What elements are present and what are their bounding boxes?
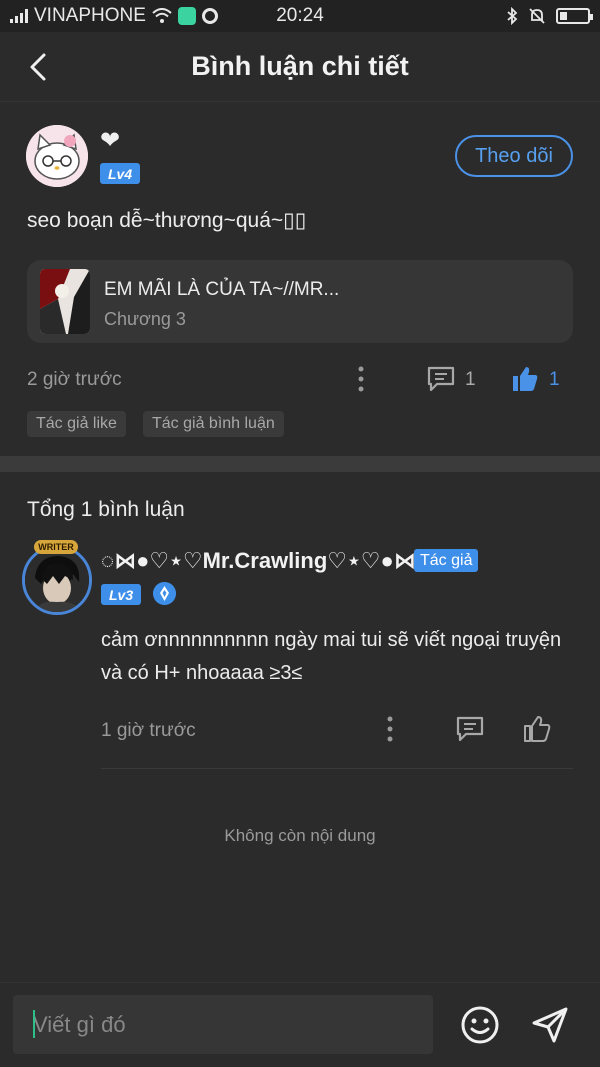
commenter-avatar-image [25,548,89,612]
comments-section: Tổng 1 bình luận WRITER ◌⋈●♡⋆♡Mr.Crawlin… [0,472,600,982]
diamond-vip-icon [153,582,176,605]
main-post: ❤ Lv4 Theo dõi seo boạn dễ~thương~quá~▯▯… [0,102,600,456]
comment-count: 1 [465,369,476,390]
writer-badge: WRITER [34,540,78,554]
tag-author-commented: Tác giả bình luận [143,411,284,437]
chrome-icon [201,8,218,24]
total-comments-label: Tổng 1 bình luận [27,498,185,521]
reply-icon[interactable] [455,714,485,744]
thumbs-up-icon[interactable] [522,714,552,744]
status-bar: VINAPHONE 20:24 [0,0,600,32]
avatar[interactable] [26,125,88,187]
follow-button[interactable]: Theo dõi [455,135,573,177]
send-icon[interactable] [530,1005,570,1045]
comment-icon[interactable] [426,364,456,394]
hello-kitty-avatar-image [26,125,88,187]
level-badge: Lv4 [100,163,141,184]
comment-input[interactable] [13,995,433,1054]
tag-author-liked: Tác giả like [27,411,126,437]
emoji-icon[interactable] [460,1005,500,1045]
app-notification-icon [177,7,196,25]
commenter-avatar[interactable] [22,545,92,615]
post-username[interactable]: ❤ [100,126,120,155]
story-cover-image [40,269,90,334]
post-timestamp: 2 giờ trước [27,369,122,390]
battery-icon [556,8,593,24]
app-header: Bình luận chi tiết [0,32,600,102]
commenter-username[interactable]: ◌⋈●♡⋆♡Mr.Crawling♡⋆♡●⋈◌ [101,548,429,574]
bluetooth-icon [507,7,518,25]
text-caret [33,1010,35,1038]
author-badge: Tác giả [414,549,479,572]
commenter-level-badge: Lv3 [101,584,142,605]
post-text: seo boạn dễ~thương~quá~▯▯ [27,209,307,232]
comment-more-options-icon[interactable] [385,716,395,742]
wifi-icon [152,8,172,23]
section-divider [0,456,600,472]
page-title: Bình luận chi tiết [191,51,409,81]
like-count: 1 [549,369,560,390]
end-of-content-label: Không còn nội dung [224,826,376,845]
comment-composer [0,982,600,1067]
signal-icon [10,9,28,23]
comment-timestamp: 1 giờ trước [101,720,196,741]
back-arrow-icon[interactable] [24,52,54,82]
story-card[interactable]: EM MÃI LÀ CỦA TA~//MR... Chương 3 [27,260,573,343]
story-title: EM MÃI LÀ CỦA TA~//MR... [104,279,340,300]
comment-divider [101,768,573,769]
carrier-name: VINAPHONE [34,5,146,26]
story-chapter: Chương 3 [104,309,186,329]
thumbs-up-filled-icon[interactable] [510,364,540,394]
mute-bell-icon [529,8,545,24]
comment-text: cảm ơnnnnnnnnnn ngày mai tui sẽ viết ngo… [101,629,562,684]
more-options-icon[interactable] [356,366,366,392]
